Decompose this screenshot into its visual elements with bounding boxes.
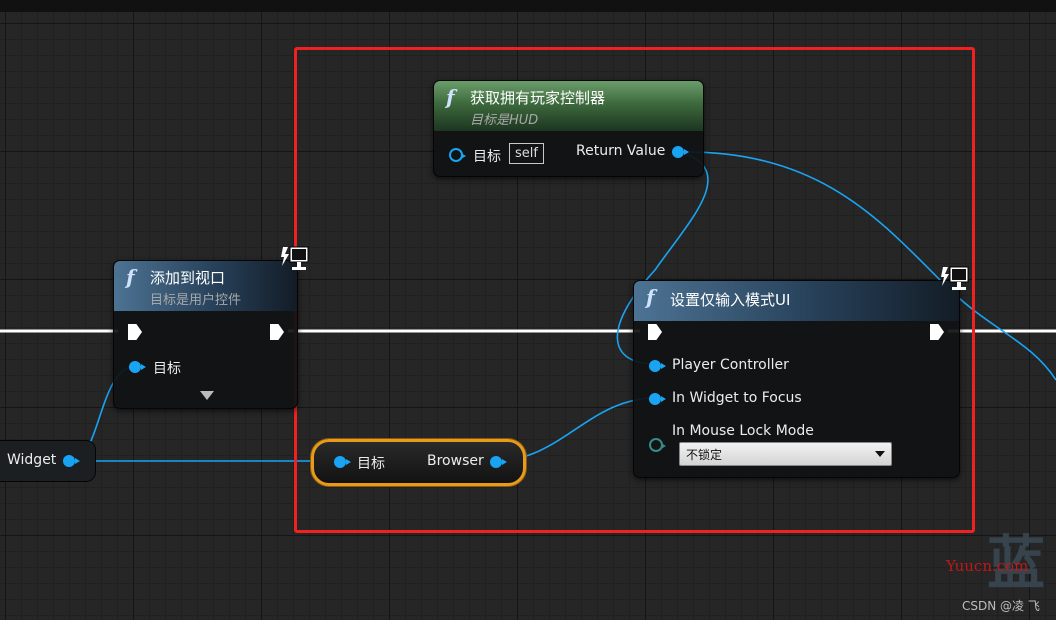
widget-to-focus-pin[interactable]: [649, 393, 666, 405]
widget-label: Widget: [7, 452, 57, 468]
node-browser-getter[interactable]: 目标 Browser: [311, 439, 526, 486]
exec-out-pin[interactable]: [270, 324, 284, 340]
node-title: 添加到视口: [150, 269, 226, 287]
player-controller-pin[interactable]: [649, 360, 666, 372]
function-icon: f: [646, 285, 655, 309]
return-value-label: Return Value: [576, 143, 666, 159]
self-value[interactable]: self: [509, 143, 544, 164]
return-value-pin[interactable]: [672, 146, 689, 158]
node-title: 设置仅输入模式UI: [670, 291, 791, 309]
exec-in-pin[interactable]: [128, 324, 142, 340]
target-pin-label: 目标: [153, 361, 181, 377]
watermark-site: Yuucn.com: [946, 557, 1029, 575]
mouse-lock-mode-pin[interactable]: [649, 438, 666, 452]
mouse-lock-mode-dropdown[interactable]: 不锁定: [679, 442, 892, 466]
target-pin-label: 目标: [473, 149, 501, 165]
chevron-down-icon: [875, 451, 885, 457]
node-subtitle: 目标是HUD: [470, 113, 539, 128]
node-add-to-viewport[interactable]: f 添加到视口 目标是用户控件 目标: [113, 260, 298, 409]
widget-to-focus-label: In Widget to Focus: [672, 390, 802, 406]
target-pin[interactable]: [129, 361, 146, 373]
mouse-lock-mode-label: In Mouse Lock Mode: [672, 423, 814, 439]
node-header: f 添加到视口 目标是用户控件: [114, 261, 297, 311]
function-icon: f: [446, 85, 455, 109]
network-monitor-icon: [941, 266, 969, 290]
watermark-credit: CSDN @凌 飞: [962, 599, 1040, 613]
browser-output-label: Browser: [427, 453, 484, 469]
exec-in-pin[interactable]: [648, 324, 662, 340]
node-get-owning-player-controller[interactable]: f 获取拥有玩家控制器 目标是HUD 目标 self Return Value: [433, 80, 704, 177]
node-header: f 获取拥有玩家控制器 目标是HUD: [434, 81, 703, 131]
target-pin[interactable]: [449, 148, 466, 162]
node-set-input-mode-ui-only[interactable]: f 设置仅输入模式UI Player Controller In Widget …: [633, 280, 960, 478]
node-subtitle: 目标是用户控件: [150, 293, 242, 308]
player-controller-label: Player Controller: [672, 357, 789, 373]
exec-out-pin[interactable]: [930, 324, 944, 340]
function-icon: f: [126, 265, 135, 289]
widget-output-pin[interactable]: [63, 455, 80, 467]
node-title: 获取拥有玩家控制器: [470, 89, 606, 107]
target-pin[interactable]: [334, 456, 351, 468]
target-pin-label: 目标: [357, 456, 385, 472]
dropdown-value: 不锁定: [686, 448, 723, 462]
expand-arrow-icon[interactable]: [200, 391, 214, 400]
browser-output-pin[interactable]: [490, 456, 507, 468]
network-monitor-icon: [281, 246, 309, 270]
node-widget-variable[interactable]: Widget: [0, 440, 96, 482]
node-header: f 设置仅输入模式UI: [634, 281, 959, 321]
